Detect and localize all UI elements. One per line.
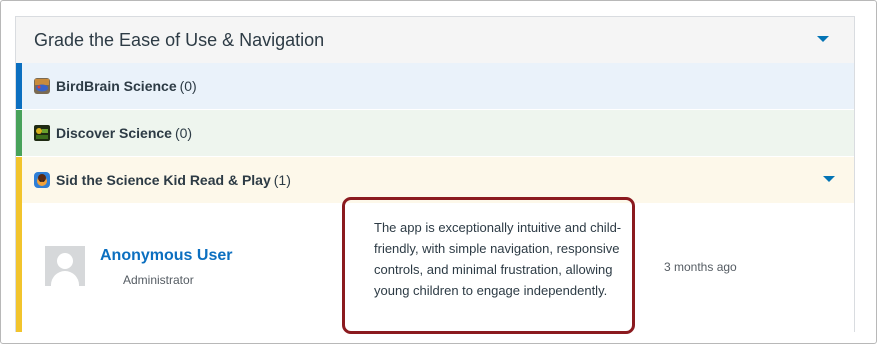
app-name: Discover Science (0) [56,125,193,141]
review-count: (0) [179,78,197,94]
avatar-head [57,253,73,269]
review-timestamp: 3 months ago [664,260,737,274]
sid-app-icon [34,172,50,188]
user-name-link[interactable]: Anonymous User [100,247,232,265]
panel-header[interactable]: Grade the Ease of Use & Navigation [16,17,854,63]
review-count: (0) [174,125,193,141]
app-name: Sid the Science Kid Read & Play (1) [56,172,291,188]
review-comment: The app is exceptionally intuitive and c… [374,220,622,298]
avatar-body [51,271,79,286]
discover-app-icon [34,125,50,141]
user-role: Administrator [123,273,194,287]
app-row-birdbrain[interactable]: BirdBrain Science (0) [16,63,854,109]
panel-title: Grade the Ease of Use & Navigation [34,30,325,50]
app-name: BirdBrain Science (0) [56,78,197,94]
app-row-discover[interactable]: Discover Science (0) [16,110,854,156]
app-row-sid[interactable]: Sid the Science Kid Read & Play (1) [16,157,854,203]
expand-caret-icon[interactable] [823,176,835,182]
ratings-panel: Grade the Ease of Use & Navigation BirdB… [15,16,855,332]
review-count: (1) [273,172,291,188]
avatar [45,246,85,286]
review-entry: Anonymous User Administrator The app is … [16,203,854,332]
collapse-caret-icon[interactable] [817,36,829,42]
birdbrain-app-icon [34,78,50,94]
